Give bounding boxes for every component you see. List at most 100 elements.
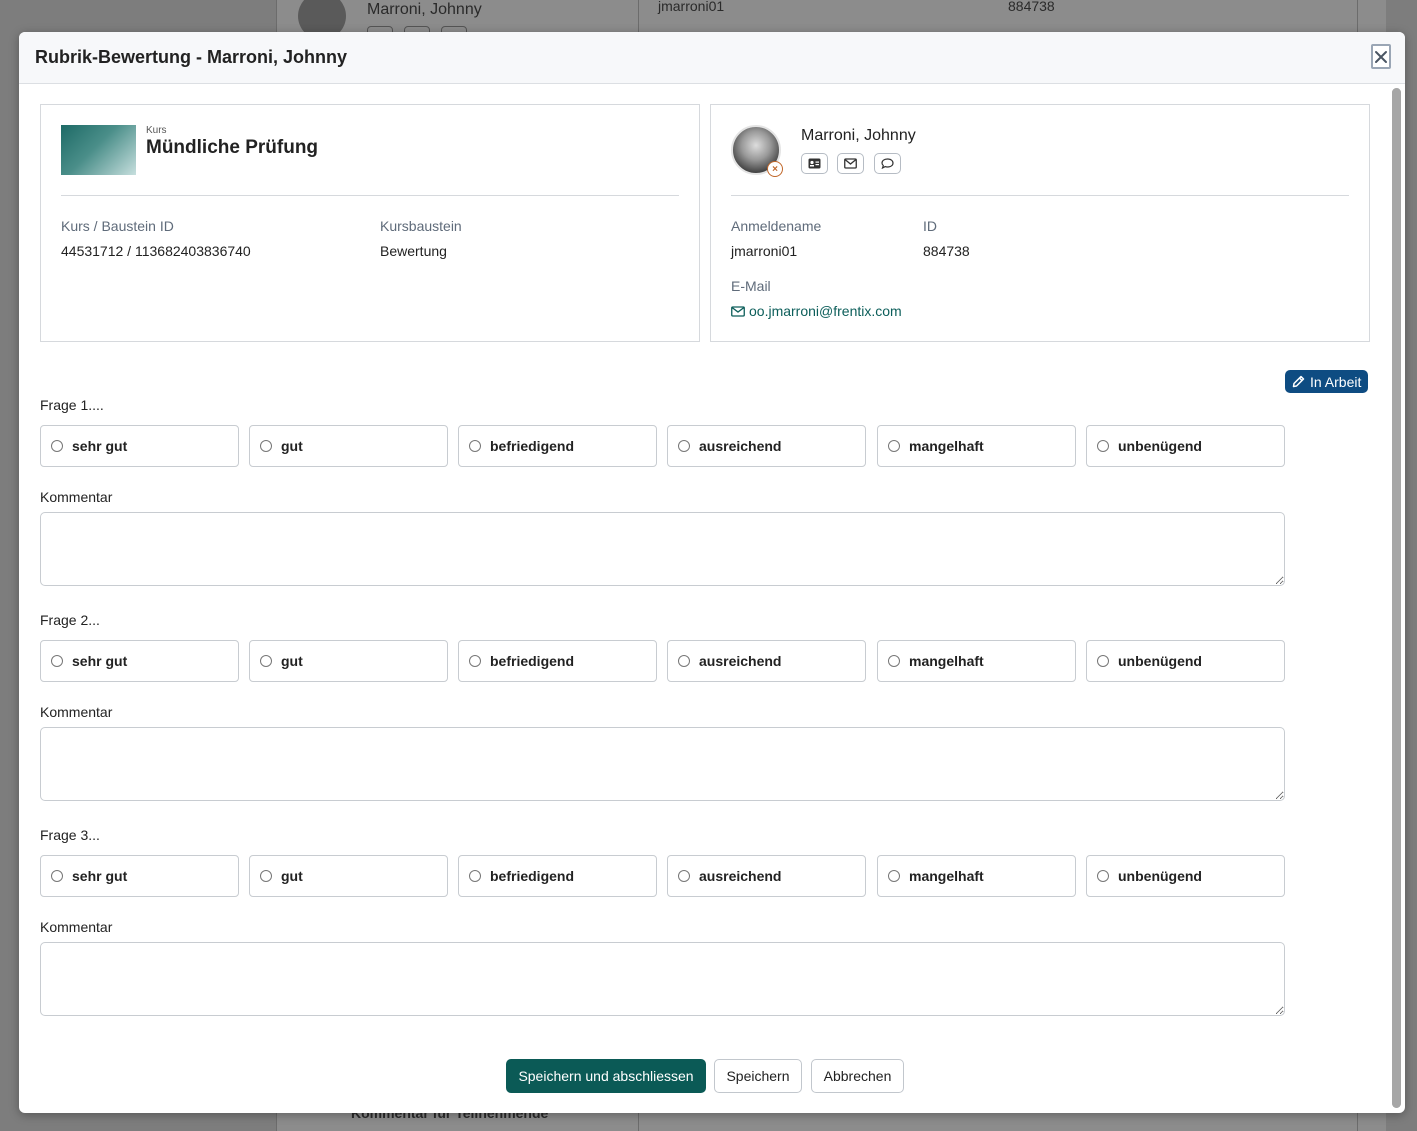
course-info-panel: Kurs Mündliche Prüfung Kurs / Baustein I… bbox=[40, 104, 700, 342]
rating-option-group: sehr gut gut befriedigend ausreichend ma… bbox=[40, 855, 1285, 897]
radio-button[interactable] bbox=[888, 655, 900, 667]
rating-option-label: befriedigend bbox=[490, 653, 575, 669]
modal-header: Rubrik-Bewertung - Marroni, Johnny bbox=[19, 32, 1405, 84]
rating-option-label: gut bbox=[281, 438, 303, 454]
radio-button[interactable] bbox=[678, 440, 690, 452]
email-button[interactable] bbox=[837, 153, 864, 174]
user-id-value: 884738 bbox=[923, 243, 970, 259]
rating-option-label: gut bbox=[281, 653, 303, 669]
rating-option[interactable]: ausreichend bbox=[667, 855, 866, 897]
radio-button[interactable] bbox=[678, 655, 690, 667]
background-id: 884738 bbox=[1008, 0, 1055, 14]
radio-button[interactable] bbox=[469, 655, 481, 667]
radio-button[interactable] bbox=[260, 440, 272, 452]
radio-button[interactable] bbox=[1097, 655, 1109, 667]
rating-option[interactable]: ausreichend bbox=[667, 425, 866, 467]
rating-option[interactable]: befriedigend bbox=[458, 425, 657, 467]
save-button[interactable]: Speichern bbox=[714, 1059, 802, 1093]
rating-option[interactable]: sehr gut bbox=[40, 855, 239, 897]
rating-option[interactable]: befriedigend bbox=[458, 640, 657, 682]
rubric-assessment-modal: Rubrik-Bewertung - Marroni, Johnny Kurs … bbox=[19, 32, 1405, 1113]
radio-button[interactable] bbox=[678, 870, 690, 882]
rating-option[interactable]: gut bbox=[249, 425, 448, 467]
rating-option-label: sehr gut bbox=[72, 653, 128, 669]
rating-option[interactable]: unbenügend bbox=[1086, 425, 1285, 467]
email-label: E-Mail bbox=[731, 278, 771, 294]
comment-textarea[interactable] bbox=[40, 942, 1285, 1016]
rating-option[interactable]: sehr gut bbox=[40, 640, 239, 682]
rating-option[interactable]: mangelhaft bbox=[877, 855, 1076, 897]
radio-button[interactable] bbox=[469, 870, 481, 882]
radio-button[interactable] bbox=[51, 440, 63, 452]
visiting-card-button[interactable] bbox=[801, 153, 828, 174]
user-id-label: ID bbox=[923, 218, 937, 234]
divider bbox=[61, 195, 679, 196]
radio-button[interactable] bbox=[1097, 440, 1109, 452]
close-button[interactable] bbox=[1371, 44, 1391, 69]
status-label: In Arbeit bbox=[1310, 373, 1362, 390]
radio-button[interactable] bbox=[51, 870, 63, 882]
chat-button[interactable] bbox=[874, 153, 901, 174]
question-label: Frage 2... bbox=[40, 612, 100, 628]
course-thumbnail bbox=[61, 125, 136, 175]
course-element-value: Bewertung bbox=[380, 243, 447, 259]
comment-label: Kommentar bbox=[40, 704, 113, 720]
rating-option-label: unbenügend bbox=[1118, 653, 1202, 669]
rating-option[interactable]: mangelhaft bbox=[877, 640, 1076, 682]
background-user-name: Marroni, Johnny bbox=[367, 1, 482, 18]
user-name: Marroni, Johnny bbox=[801, 127, 916, 144]
modal-title: Rubrik-Bewertung - Marroni, Johnny bbox=[35, 47, 348, 67]
rating-option[interactable]: mangelhaft bbox=[877, 425, 1076, 467]
radio-button[interactable] bbox=[1097, 870, 1109, 882]
vertical-scrollbar[interactable] bbox=[1392, 88, 1401, 1108]
rating-option-label: mangelhaft bbox=[909, 653, 984, 669]
rating-option-label: mangelhaft bbox=[909, 438, 984, 454]
comment-textarea[interactable] bbox=[40, 512, 1285, 586]
chat-icon bbox=[881, 158, 894, 169]
envelope-icon bbox=[844, 158, 857, 169]
rating-option-label: sehr gut bbox=[72, 868, 128, 884]
rating-option[interactable]: unbenügend bbox=[1086, 855, 1285, 897]
cancel-button[interactable]: Abbrechen bbox=[811, 1059, 904, 1093]
envelope-icon bbox=[731, 305, 745, 317]
radio-button[interactable] bbox=[260, 655, 272, 667]
rating-option[interactable]: gut bbox=[249, 855, 448, 897]
course-id-label: Kurs / Baustein ID bbox=[61, 218, 174, 234]
radio-button[interactable] bbox=[260, 870, 272, 882]
rating-option-label: befriedigend bbox=[490, 868, 575, 884]
divider bbox=[731, 195, 1349, 196]
radio-button[interactable] bbox=[469, 440, 481, 452]
rating-option-label: ausreichend bbox=[699, 438, 782, 454]
scrollbar-thumb[interactable] bbox=[1392, 88, 1401, 1108]
comment-textarea[interactable] bbox=[40, 727, 1285, 801]
radio-button[interactable] bbox=[888, 870, 900, 882]
email-link[interactable]: oo.jmarroni@frentix.com bbox=[731, 303, 902, 319]
radio-button[interactable] bbox=[51, 655, 63, 667]
background-username: jmarroni01 bbox=[658, 0, 725, 14]
rating-option-group: sehr gut gut befriedigend ausreichend ma… bbox=[40, 425, 1285, 467]
question-label: Frage 1.... bbox=[40, 397, 104, 413]
rating-option[interactable]: unbenügend bbox=[1086, 640, 1285, 682]
rating-option-label: unbenügend bbox=[1118, 438, 1202, 454]
rating-option[interactable]: sehr gut bbox=[40, 425, 239, 467]
status-badge: In Arbeit bbox=[1285, 370, 1369, 393]
rating-option-label: mangelhaft bbox=[909, 868, 984, 884]
rating-option[interactable]: gut bbox=[249, 640, 448, 682]
rating-option[interactable]: ausreichend bbox=[667, 640, 866, 682]
rating-option-label: unbenügend bbox=[1118, 868, 1202, 884]
status-x-icon: × bbox=[767, 161, 783, 177]
radio-button[interactable] bbox=[888, 440, 900, 452]
rating-option-label: befriedigend bbox=[490, 438, 575, 454]
rating-option-label: gut bbox=[281, 868, 303, 884]
email-address: oo.jmarroni@frentix.com bbox=[749, 303, 902, 319]
rating-option-label: ausreichend bbox=[699, 868, 782, 884]
close-icon bbox=[1375, 50, 1387, 63]
login-value: jmarroni01 bbox=[731, 243, 798, 259]
login-label: Anmeldename bbox=[731, 218, 822, 234]
id-card-icon bbox=[808, 158, 821, 169]
save-and-close-button[interactable]: Speichern und abschliessen bbox=[506, 1059, 706, 1093]
question-label: Frage 3... bbox=[40, 827, 100, 843]
user-info-panel: × Marroni, Johnny Anmeldename jmarroni01… bbox=[710, 104, 1370, 342]
course-kicker: Kurs bbox=[146, 125, 167, 136]
rating-option[interactable]: befriedigend bbox=[458, 855, 657, 897]
